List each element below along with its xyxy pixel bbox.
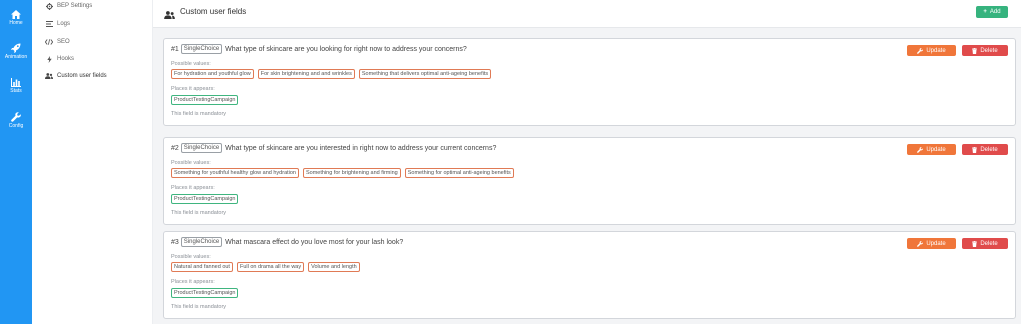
places-label: Places it appears: xyxy=(171,86,215,92)
update-button[interactable]: Update xyxy=(907,45,956,56)
places-list: ProductTestingCampaign xyxy=(171,95,239,105)
add-field-button[interactable]: + Add xyxy=(976,6,1008,18)
delete-button-label: Delete xyxy=(980,146,998,153)
sidebar: BEP Settings Logs SEO Hooks Custom user … xyxy=(32,0,153,324)
field-number: #3 xyxy=(171,238,179,246)
places-list: ProductTestingCampaign xyxy=(171,194,239,204)
sidebar-item-hooks[interactable]: Hooks xyxy=(44,53,74,65)
rail-label-config: Config xyxy=(8,123,24,129)
field-number: #2 xyxy=(171,144,179,152)
bar-chart-icon xyxy=(11,78,21,87)
users-icon xyxy=(44,73,54,79)
field-header: #3 SingleChoice What mascara effect do y… xyxy=(171,237,403,247)
value-tag: For skin brightening and and wrinkles xyxy=(257,69,355,79)
rail-item-home[interactable]: Home xyxy=(0,10,32,27)
field-number: #1 xyxy=(171,45,179,53)
wrench-icon xyxy=(917,47,924,54)
rail-item-animation[interactable]: Animation xyxy=(0,43,32,61)
wrench-icon xyxy=(11,112,21,122)
wrench-icon xyxy=(917,240,924,247)
place-tag: ProductTestingCampaign xyxy=(171,194,239,204)
value-tag: Full on drama all the way xyxy=(236,262,305,272)
value-tag: Natural and fanned out xyxy=(171,262,233,272)
place-tag: ProductTestingCampaign xyxy=(171,288,239,298)
values-list: Natural and fanned out Full on drama all … xyxy=(171,262,360,272)
field-card: #1 SingleChoice What type of skincare ar… xyxy=(163,38,1016,126)
rocket-icon xyxy=(11,43,21,53)
field-card: #3 SingleChoice What mascara effect do y… xyxy=(163,231,1016,319)
bolt-icon xyxy=(44,55,54,63)
mandatory-note: This field is mandatory xyxy=(171,210,227,216)
field-question: What type of skincare are you looking fo… xyxy=(225,45,467,53)
value-tag: Something for optimal anti-ageing benefi… xyxy=(404,168,514,178)
trash-icon xyxy=(972,47,978,54)
update-button-label: Update xyxy=(926,240,946,247)
sidebar-item-label: Hooks xyxy=(57,56,75,62)
trash-icon xyxy=(972,240,978,247)
possible-values-label: Possible values: xyxy=(171,160,211,166)
gear-icon xyxy=(44,2,54,10)
list-icon xyxy=(44,21,54,27)
field-header: #2 SingleChoice What type of skincare ar… xyxy=(171,143,496,153)
delete-button-label: Delete xyxy=(980,47,998,54)
rail-item-config[interactable]: Config xyxy=(0,112,32,130)
add-button-label: Add xyxy=(989,9,1001,15)
sidebar-item-label: Logs xyxy=(57,21,71,27)
rail-label-animation: Animation xyxy=(4,54,28,60)
possible-values-label: Possible values: xyxy=(171,61,211,67)
plus-icon: + xyxy=(983,9,987,15)
field-header: #1 SingleChoice What type of skincare ar… xyxy=(171,44,467,54)
home-icon xyxy=(11,10,21,19)
field-card: #2 SingleChoice What type of skincare ar… xyxy=(163,137,1016,225)
place-tag: ProductTestingCampaign xyxy=(171,95,239,105)
values-list: Something for youthful healthy glow and … xyxy=(171,168,514,178)
field-type-badge: SingleChoice xyxy=(180,44,223,54)
field-type-badge: SingleChoice xyxy=(180,237,223,247)
places-label: Places it appears: xyxy=(171,185,215,191)
value-tag: Volume and length xyxy=(308,262,360,272)
code-icon xyxy=(44,39,54,45)
value-tag: Something for youthful healthy glow and … xyxy=(171,168,299,178)
mandatory-note: This field is mandatory xyxy=(171,304,227,310)
rail-item-stats[interactable]: Stats xyxy=(0,78,32,95)
field-type-badge: SingleChoice xyxy=(180,143,223,153)
sidebar-item-logs[interactable]: Logs xyxy=(44,18,70,30)
update-button-label: Update xyxy=(926,146,946,153)
places-list: ProductTestingCampaign xyxy=(171,288,239,298)
delete-button[interactable]: Delete xyxy=(962,144,1008,155)
sidebar-item-seo[interactable]: SEO xyxy=(44,36,70,48)
wrench-icon xyxy=(917,146,924,153)
trash-icon xyxy=(972,146,978,153)
value-tag: Something that delivers optimal anti-age… xyxy=(358,69,492,79)
update-button-label: Update xyxy=(926,47,946,54)
delete-button[interactable]: Delete xyxy=(962,45,1008,56)
delete-button-label: Delete xyxy=(980,240,998,247)
rail-label-stats: Stats xyxy=(10,88,22,94)
sidebar-item-label: BEP Settings xyxy=(57,3,93,9)
values-list: For hydration and youthful glow For skin … xyxy=(171,69,492,79)
field-question: What type of skincare are you interested… xyxy=(225,144,497,152)
sidebar-item-custom-user-fields[interactable]: Custom user fields xyxy=(44,70,107,82)
value-tag: Something for brightening and firming xyxy=(303,168,401,178)
sidebar-item-bep-settings[interactable]: BEP Settings xyxy=(44,0,92,12)
users-icon xyxy=(164,6,175,24)
mandatory-note: This field is mandatory xyxy=(171,111,227,117)
value-tag: For hydration and youthful glow xyxy=(171,69,254,79)
page-title: Custom user fields xyxy=(180,7,247,16)
places-label: Places it appears: xyxy=(171,279,215,285)
delete-button[interactable]: Delete xyxy=(962,238,1008,249)
sidebar-item-label: Custom user fields xyxy=(57,73,107,79)
field-question: What mascara effect do you love most for… xyxy=(225,238,404,246)
page-header: Custom user fields + Add xyxy=(153,0,1021,28)
update-button[interactable]: Update xyxy=(907,144,956,155)
app-rail: Home Animation Stats Config xyxy=(0,0,32,324)
rail-label-home: Home xyxy=(9,20,23,26)
sidebar-item-label: SEO xyxy=(57,39,70,45)
update-button[interactable]: Update xyxy=(907,238,956,249)
possible-values-label: Possible values: xyxy=(171,254,211,260)
